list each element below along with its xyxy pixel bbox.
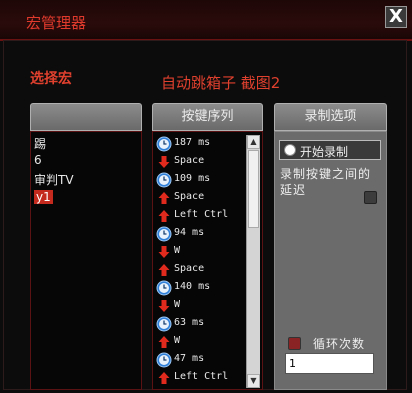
- scroll-up-arrow[interactable]: ▲: [247, 135, 260, 149]
- sequence-item[interactable]: Space: [156, 261, 248, 279]
- arrow-down-icon: [158, 156, 170, 168]
- loop-count-label: 循环次数: [313, 337, 366, 351]
- sequence-item[interactable]: 94 ms: [156, 225, 248, 243]
- sequence-item[interactable]: 47 ms: [156, 351, 248, 369]
- arrow-up-icon: [158, 372, 170, 384]
- record-delay-checkbox[interactable]: [364, 191, 377, 204]
- sequence-item-text: 63 ms: [174, 317, 205, 328]
- record-radio-icon: [284, 144, 296, 156]
- start-record-button[interactable]: 开始录制: [279, 140, 381, 160]
- arrow-up-icon: [158, 192, 170, 204]
- sequence-item-text: Space: [174, 263, 205, 274]
- sequence-item-text: Left Ctrl: [174, 371, 229, 382]
- title-bar: 宏管理器 X: [0, 0, 412, 41]
- sequence-item[interactable]: Left Ctrl: [156, 369, 248, 387]
- sequence-item-text: 187 ms: [174, 137, 211, 148]
- record-options-header: 录制选项: [274, 103, 387, 131]
- sequence-item-text: W: [174, 335, 181, 346]
- sequence-item-text: Space: [174, 155, 205, 166]
- sequence-item-text: 47 ms: [174, 353, 205, 364]
- start-record-label: 开始录制: [300, 145, 349, 159]
- sequence-item[interactable]: Space: [156, 153, 248, 171]
- sequence-item-text: Space: [174, 191, 205, 202]
- sequence-item-text: 94 ms: [174, 227, 205, 238]
- sequence-item[interactable]: Space: [156, 189, 248, 207]
- macro-list-item[interactable]: 踢: [34, 135, 46, 152]
- clock-icon: [156, 226, 172, 242]
- window-title: 宏管理器: [26, 14, 87, 32]
- sequence-item[interactable]: 109 ms: [156, 171, 248, 189]
- sequence-item[interactable]: W: [156, 243, 248, 261]
- select-macro-label: 选择宏: [30, 71, 72, 87]
- clock-icon: [156, 172, 172, 188]
- sequence-item[interactable]: 63 ms: [156, 315, 248, 333]
- sequence-item[interactable]: 187 ms: [156, 135, 248, 153]
- sequence-item-text: W: [174, 245, 181, 256]
- scroll-thumb[interactable]: [248, 150, 259, 228]
- sequence-item[interactable]: W: [156, 333, 248, 351]
- macro-list-header: [30, 103, 142, 131]
- loop-count-checkbox[interactable]: [288, 337, 301, 350]
- sequence-item-text: 140 ms: [174, 281, 211, 292]
- close-button[interactable]: X: [385, 6, 407, 28]
- sequence-item[interactable]: W: [156, 297, 248, 315]
- sequence-item-text: 109 ms: [174, 173, 211, 184]
- scroll-down-arrow[interactable]: ▼: [247, 374, 260, 388]
- arrow-up-icon: [158, 210, 170, 222]
- loop-count-input[interactable]: [285, 353, 374, 374]
- sequence-item[interactable]: 140 ms: [156, 279, 248, 297]
- macro-list: 踢 6 审判TV y1: [30, 131, 142, 390]
- clock-icon: [156, 280, 172, 296]
- macro-manager-window: 宏管理器 X 选择宏 自动跳箱子 截图2 按键序列 录制选项 踢 6 审判TV …: [0, 0, 412, 393]
- macro-list-item[interactable]: 审判TV: [34, 171, 74, 188]
- clock-icon: [156, 136, 172, 152]
- macro-list-item-selected[interactable]: y1: [34, 190, 53, 204]
- arrow-down-icon: [158, 246, 170, 258]
- key-sequence-header: 按键序列: [152, 103, 263, 131]
- arrow-down-icon: [158, 300, 170, 312]
- clock-icon: [156, 316, 172, 332]
- sequence-item-text: W: [174, 299, 181, 310]
- macro-list-item[interactable]: 6: [34, 153, 42, 167]
- sequence-item[interactable]: Left Ctrl: [156, 207, 248, 225]
- arrow-up-icon: [158, 336, 170, 348]
- current-macro-name: 自动跳箱子 截图2: [161, 74, 281, 92]
- clock-icon: [156, 352, 172, 368]
- arrow-up-icon: [158, 264, 170, 276]
- sequence-scrollbar[interactable]: ▲ ▼: [246, 135, 260, 388]
- sequence-item-text: Left Ctrl: [174, 209, 229, 220]
